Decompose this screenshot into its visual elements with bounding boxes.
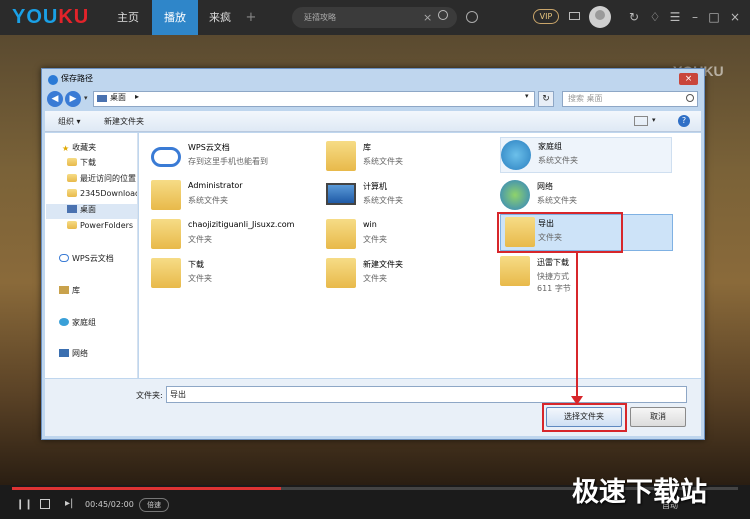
nav-item-network[interactable]: 网络	[59, 348, 88, 362]
time-display: 00:45/02:00	[85, 500, 134, 509]
refresh-icon[interactable]: ↻	[627, 8, 641, 26]
file-item-chaojiziti[interactable]: chaojizitiguanli_Jisuxz.com 文件夹	[151, 217, 321, 253]
file-item-download[interactable]: 下载 文件夹	[151, 256, 321, 292]
search-icon[interactable]	[438, 10, 448, 20]
file-item-administrator[interactable]: Administrator 系统文件夹	[151, 178, 321, 214]
nav-item-powerfolders[interactable]: PowerFolders	[67, 221, 137, 235]
nav-item-favorites[interactable]: ★ 收藏夹	[62, 142, 96, 156]
help-button[interactable]: ?	[678, 115, 690, 127]
annotation-arrow-line	[576, 252, 578, 400]
search-input[interactable]: 延禧攻略	[292, 7, 457, 28]
file-item-new-folder[interactable]: 新建文件夹 文件夹	[326, 256, 496, 292]
close-icon[interactable]: ×	[728, 8, 742, 26]
site-watermark: 极速下载站	[572, 477, 707, 508]
folder-icon	[326, 219, 356, 249]
folder-name-label: 文件夹:	[136, 391, 163, 400]
cancel-button[interactable]: 取消	[630, 407, 686, 427]
file-item-xunlei[interactable]: 迅雷下载 快捷方式 611 字节	[500, 254, 670, 296]
history-icon[interactable]	[466, 11, 478, 23]
cloud-icon	[151, 147, 181, 167]
folder-icon	[326, 258, 356, 288]
dialog-app-icon	[48, 75, 58, 85]
user-folder-icon	[151, 180, 181, 210]
maximize-icon[interactable]: □	[707, 8, 721, 26]
crumb-arrow-icon[interactable]: ▸	[135, 92, 139, 101]
search-icon[interactable]	[686, 94, 694, 102]
nav-tab-home[interactable]: 主页	[108, 0, 148, 35]
new-folder-button[interactable]: 新建文件夹	[104, 116, 144, 127]
nav-item-downloads[interactable]: 下载	[67, 157, 96, 171]
address-dropdown-icon[interactable]: ▾	[525, 92, 529, 100]
nav-tab-play[interactable]: 播放	[152, 0, 198, 35]
folder-icon	[151, 219, 181, 249]
desktop-icon	[97, 95, 107, 102]
folder-name-input[interactable]: 导出	[166, 386, 687, 403]
library-icon	[326, 141, 356, 171]
vip-badge[interactable]: VIP	[533, 9, 559, 24]
homegroup-icon	[501, 140, 531, 170]
speed-button[interactable]: 倍速	[139, 498, 169, 512]
network-icon	[500, 180, 530, 210]
view-icon[interactable]	[634, 116, 648, 126]
back-button[interactable]: ◀	[47, 91, 63, 107]
address-bar[interactable]	[93, 91, 535, 107]
menu-icon[interactable]: ☰	[668, 8, 682, 26]
folder-icon	[67, 174, 77, 182]
folder-icon	[67, 221, 77, 229]
clear-search-icon[interactable]: ×	[423, 7, 432, 28]
nav-item-recent[interactable]: 最近访问的位置	[67, 173, 137, 187]
next-icon[interactable]: ▸|	[65, 498, 73, 509]
desktop-icon	[67, 205, 77, 213]
file-item-library[interactable]: 库 系统文件夹	[326, 139, 496, 175]
folder-icon	[67, 189, 77, 197]
mail-icon[interactable]	[569, 12, 580, 20]
homegroup-icon	[59, 318, 69, 326]
highlight-box-export	[497, 212, 623, 253]
file-item-computer[interactable]: 计算机 系统文件夹	[326, 178, 496, 214]
address-crumb[interactable]: 桌面	[110, 92, 126, 103]
folder-icon	[151, 258, 181, 288]
nav-item-library[interactable]: 库	[59, 285, 80, 299]
nav-item-desktop[interactable]: 桌面	[46, 204, 137, 219]
file-item-homegroup[interactable]: 家庭组 系统文件夹	[500, 137, 672, 173]
dialog-title: 保存路径	[61, 74, 93, 83]
annotation-arrow-head	[571, 396, 583, 405]
view-dropdown-icon[interactable]: ▾	[652, 116, 656, 124]
network-icon	[59, 349, 69, 357]
add-tab-button[interactable]: +	[240, 0, 262, 35]
folder-icon	[67, 158, 77, 166]
shortcut-folder-icon	[500, 256, 530, 286]
stop-icon[interactable]	[40, 499, 50, 509]
history-dropdown-icon[interactable]: ▾	[84, 94, 88, 102]
progress-fill	[12, 487, 281, 490]
minimize-icon[interactable]: –	[688, 8, 702, 26]
pause-icon[interactable]: ❙❙	[16, 499, 33, 510]
cloud-icon	[59, 254, 69, 262]
computer-icon	[326, 183, 356, 205]
file-item-network[interactable]: 网络 系统文件夹	[500, 178, 670, 214]
nav-item-2345downloads[interactable]: 2345Downloads	[67, 189, 137, 203]
dialog-search-input[interactable]: 搜索 桌面	[562, 91, 698, 107]
forward-button[interactable]: ▶	[65, 91, 81, 107]
file-item-win[interactable]: win 文件夹	[326, 217, 496, 253]
skin-icon[interactable]: ♢	[648, 8, 662, 26]
nav-tab-laifeng[interactable]: 来疯	[200, 0, 240, 35]
dialog-close-button[interactable]: ×	[679, 73, 698, 85]
refresh-button[interactable]: ↻	[538, 91, 554, 107]
nav-item-wps-cloud[interactable]: WPS云文档	[59, 253, 114, 267]
library-icon	[59, 286, 69, 294]
star-icon: ★	[62, 144, 70, 153]
highlight-box-select	[542, 403, 627, 432]
youku-logo[interactable]: YOUKU	[12, 6, 89, 29]
organize-menu[interactable]: 组织 ▾	[58, 116, 81, 127]
file-item-wps-cloud[interactable]: WPS云文档 存到这里手机也能看到	[151, 139, 321, 175]
avatar[interactable]	[589, 6, 611, 28]
nav-item-homegroup[interactable]: 家庭组	[59, 317, 96, 331]
